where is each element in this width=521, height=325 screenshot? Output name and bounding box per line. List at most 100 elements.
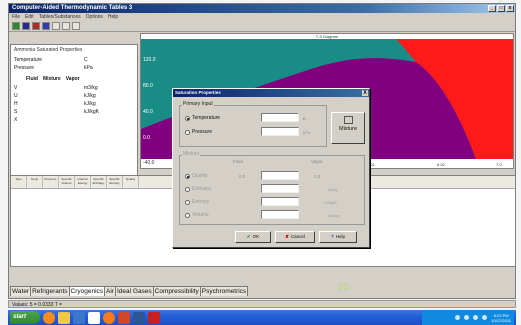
system-clock[interactable]: 8:23 PM 10/17/2011 [491,313,511,323]
tray-volume-icon[interactable] [464,315,470,320]
outlook-icon[interactable] [73,311,85,324]
temperature-input[interactable] [261,113,299,122]
tab-compressibility[interactable]: Compressibility [152,286,201,296]
window-title: Computer-Aided Thermodynamic Tables 3 [12,5,133,11]
mixture-button-label: Mixture [338,126,358,132]
mixture-button[interactable]: Mixture [331,112,365,144]
temperature-input-unit: C [303,116,306,121]
window-controls: _ □ x [488,5,514,12]
y-tick-0: 0.0 [143,135,150,141]
u-unit: kJ/kg [84,93,96,99]
col-enthalpy: Specific Enthalpy [91,176,107,188]
start-label: start [13,314,27,320]
menu-tables-substances[interactable]: Tables/Substances [39,13,81,21]
pressure-input-unit: kPa [303,130,310,135]
s-label: S [14,109,18,115]
volume-input[interactable] [261,210,299,219]
taskbar: start 8:23 PM 10/17/2011 [8,310,516,325]
clock-time: 8:23 PM [493,312,509,318]
primary-input-group [179,105,327,147]
panel-row-v: V m3/kg [14,84,134,92]
pressure-option-label: Pressure [192,129,213,135]
start-button[interactable]: start [10,311,40,324]
quality-option[interactable]: Quality [185,173,208,179]
col-quality: Quality [123,176,139,188]
menu-file[interactable]: File [12,13,20,21]
folder-icon[interactable] [58,311,70,324]
temperature-label: Temperature [14,57,43,63]
minimize-button[interactable]: _ [488,5,496,12]
mixture-group-label: Mixture [182,151,201,157]
pressure-unit: kPa [84,65,93,71]
cat-tables-icon[interactable] [148,311,160,324]
help-button[interactable]: ? Help [319,231,357,243]
vapor-column-header: Vapor [311,159,323,164]
volume-radio[interactable] [185,212,190,218]
cancel-label: Cancel [290,234,305,239]
menu-edit[interactable]: Edit [25,13,34,21]
system-tray: 8:23 PM 10/17/2011 [422,310,514,325]
tab-refrigerants[interactable]: Refrigerants [30,286,70,296]
temperature-option[interactable]: Temperature [185,115,220,121]
entropy-radio[interactable] [185,199,190,205]
check-icon: ✔ [246,234,251,239]
col-pressure: Pressure [43,176,59,188]
x-tick-6: 6.02 [437,162,446,167]
col-temp: Temp [27,176,43,188]
toolbar [9,21,515,32]
col-internal-energy: Internal Energy [75,176,91,188]
enthalpy-option[interactable]: Enthalpy [185,186,211,192]
media-player-icon[interactable] [43,311,55,324]
u-label: U [14,93,18,99]
menu-help[interactable]: Help [108,13,118,21]
tray-power-icon[interactable] [473,315,479,320]
volume-option-label: Volume [192,212,209,218]
enthalpy-radio[interactable] [185,186,190,192]
saturation-properties-dialog: Saturation Properties X Primary Input Te… [172,88,370,248]
panel-title: Ammonia Saturated Properties [14,47,83,53]
quality-radio[interactable] [185,173,190,179]
volume-input-unit: m3/kg [328,213,339,218]
h-label: H [14,101,18,107]
tray-update-icon[interactable] [482,315,488,320]
entropy-option[interactable]: Entropy [185,199,209,205]
tab-cryogenics[interactable]: Cryogenics [68,286,106,296]
cancel-button[interactable]: ✘ Cancel [275,231,315,243]
tab-psychrometrics[interactable]: Psychrometrics [199,286,249,296]
tab-water[interactable]: Water [10,286,32,296]
close-button[interactable]: x [506,5,514,12]
paint-icon[interactable] [88,311,100,324]
fluid-header: Fluid [26,76,38,82]
toolbar-red-icon[interactable] [32,22,40,30]
panel-row-pressure: Pressure kPa [14,64,134,72]
powerpoint-icon[interactable] [118,311,130,324]
toolbar-blue-icon[interactable] [42,22,50,30]
toolbar-blank-icon[interactable] [62,22,70,30]
toolbar-help-icon[interactable] [52,22,60,30]
enthalpy-input[interactable] [261,184,299,193]
vapor-quality-value: 1.0 [314,174,321,179]
toolbar-table-icon[interactable] [22,22,30,30]
dialog-title: Saturation Properties [175,90,221,95]
toolbar-green-icon[interactable] [12,22,20,30]
pressure-option[interactable]: Pressure [185,129,212,135]
tab-ideal-gases[interactable]: Ideal Gases [114,286,154,296]
mixture-header: Mixture [42,76,61,82]
temperature-radio[interactable] [185,115,190,121]
panel-row-x: X [14,116,134,124]
tray-network-icon[interactable] [455,315,461,320]
pressure-radio[interactable] [185,129,190,135]
maximize-button[interactable]: □ [497,5,505,12]
entropy-input[interactable] [261,197,299,206]
menu-options[interactable]: Options [86,13,103,21]
toolbar-print-icon[interactable] [72,22,80,30]
firefox-icon[interactable] [103,311,115,324]
temperature-option-label: Temperature [192,115,221,121]
word-icon[interactable] [133,311,145,324]
pressure-input[interactable] [261,127,299,136]
volume-option[interactable]: Volume [185,212,209,218]
quality-input[interactable] [261,171,299,180]
ok-button[interactable]: ✔ OK [235,231,271,243]
dialog-close-button[interactable]: X [362,90,368,96]
panel-row-u: U kJ/kg [14,92,134,100]
